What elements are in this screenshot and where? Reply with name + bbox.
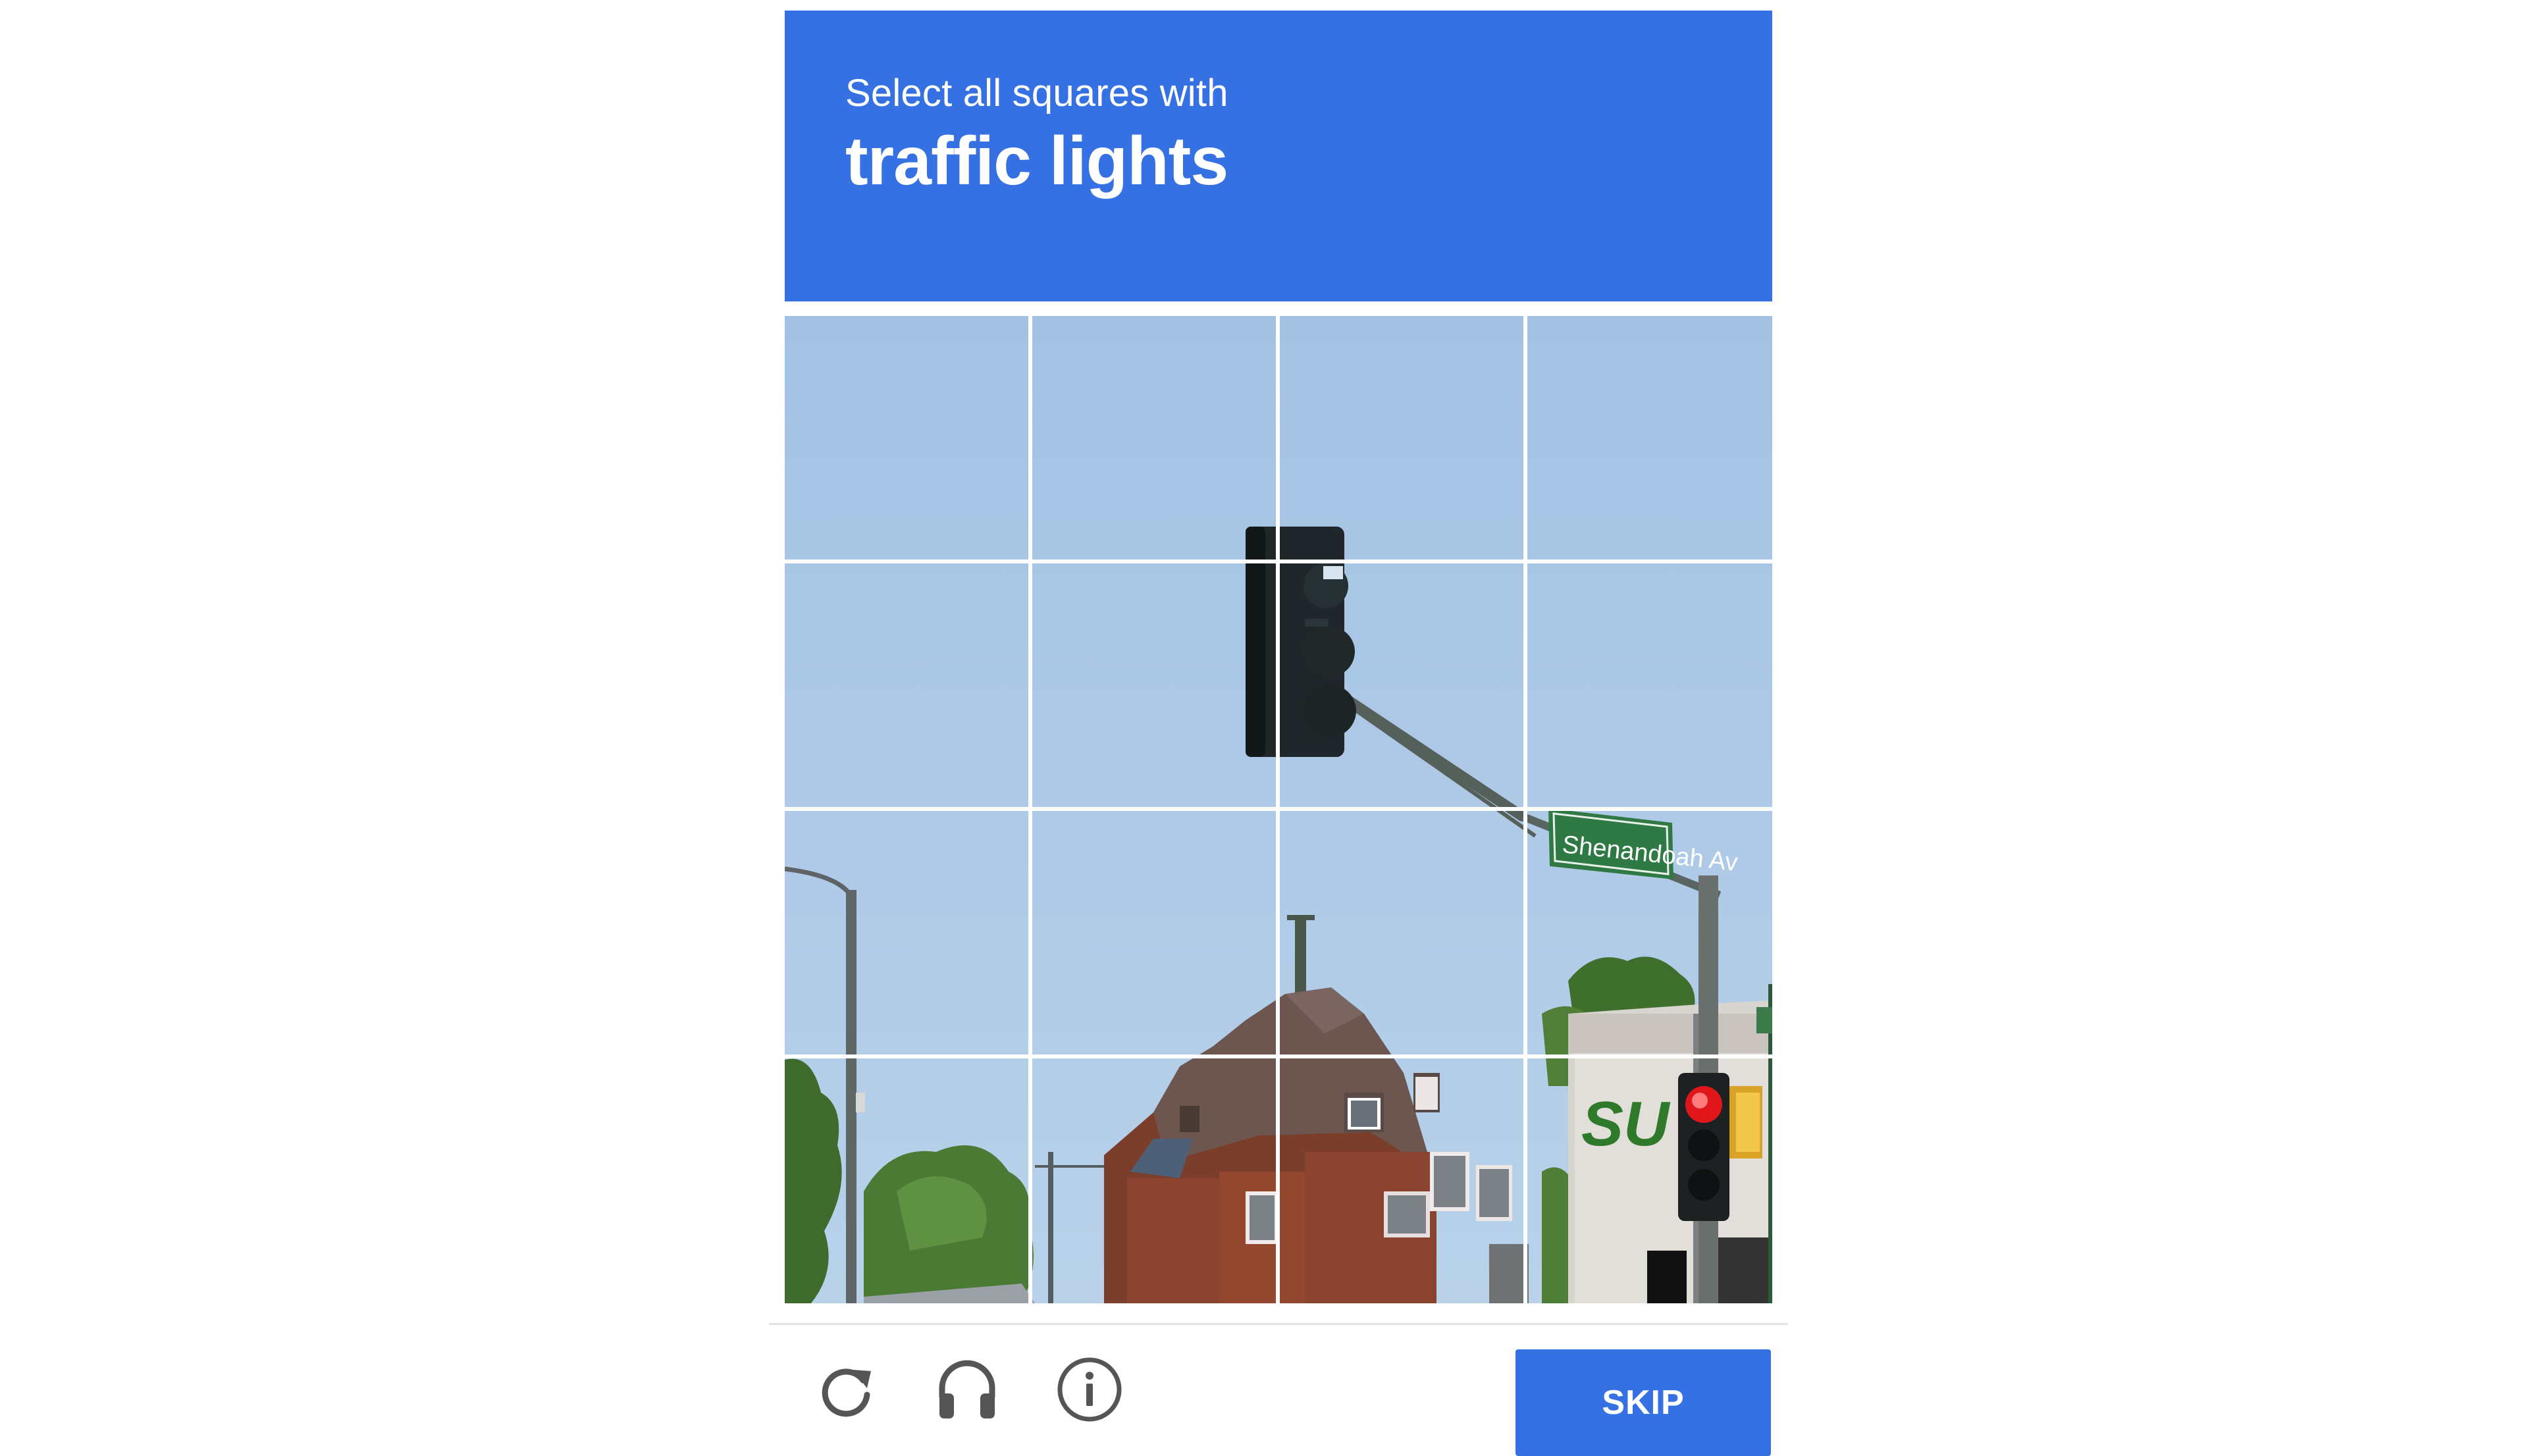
grid-tile-r3-c2[interactable] bbox=[1032, 811, 1276, 1054]
grid-tile-r1-c3[interactable] bbox=[1280, 316, 1523, 559]
grid-tile-r4-c2[interactable] bbox=[1032, 1058, 1276, 1303]
grid-tile-r1-c1[interactable] bbox=[785, 316, 1028, 559]
challenge-header: Select all squares with traffic lights bbox=[785, 11, 1772, 301]
grid-tile-r1-c2[interactable] bbox=[1032, 316, 1276, 559]
grid-tile-r4-c1[interactable] bbox=[785, 1058, 1028, 1303]
grid-tile-r3-c4[interactable] bbox=[1527, 811, 1772, 1054]
grid-tile-r1-c4[interactable] bbox=[1527, 316, 1772, 559]
grid-tile-r3-c3[interactable] bbox=[1280, 811, 1523, 1054]
reload-icon[interactable] bbox=[810, 1353, 882, 1426]
footer-divider bbox=[769, 1323, 1788, 1325]
grid-tile-r2-c3[interactable] bbox=[1280, 563, 1523, 807]
grid-tile-r4-c4[interactable] bbox=[1527, 1058, 1772, 1303]
grid-tile-r3-c1[interactable] bbox=[785, 811, 1028, 1054]
grid-tile-r2-c4[interactable] bbox=[1527, 563, 1772, 807]
grid-tile-r4-c3[interactable] bbox=[1280, 1058, 1523, 1303]
instruction-prefix: Select all squares with bbox=[845, 72, 1228, 115]
info-icon[interactable] bbox=[1053, 1353, 1126, 1426]
grid-tile-r2-c1[interactable] bbox=[785, 563, 1028, 807]
image-grid: SU Shenandoah Av bbox=[785, 316, 1772, 1303]
headphones-icon[interactable] bbox=[931, 1353, 1003, 1426]
recaptcha-challenge: Select all squares with traffic lights S… bbox=[769, 11, 1788, 1456]
grid-tile-r2-c2[interactable] bbox=[1032, 563, 1276, 807]
skip-button[interactable]: SKIP bbox=[1515, 1349, 1771, 1456]
target-object: traffic lights bbox=[845, 123, 1228, 199]
